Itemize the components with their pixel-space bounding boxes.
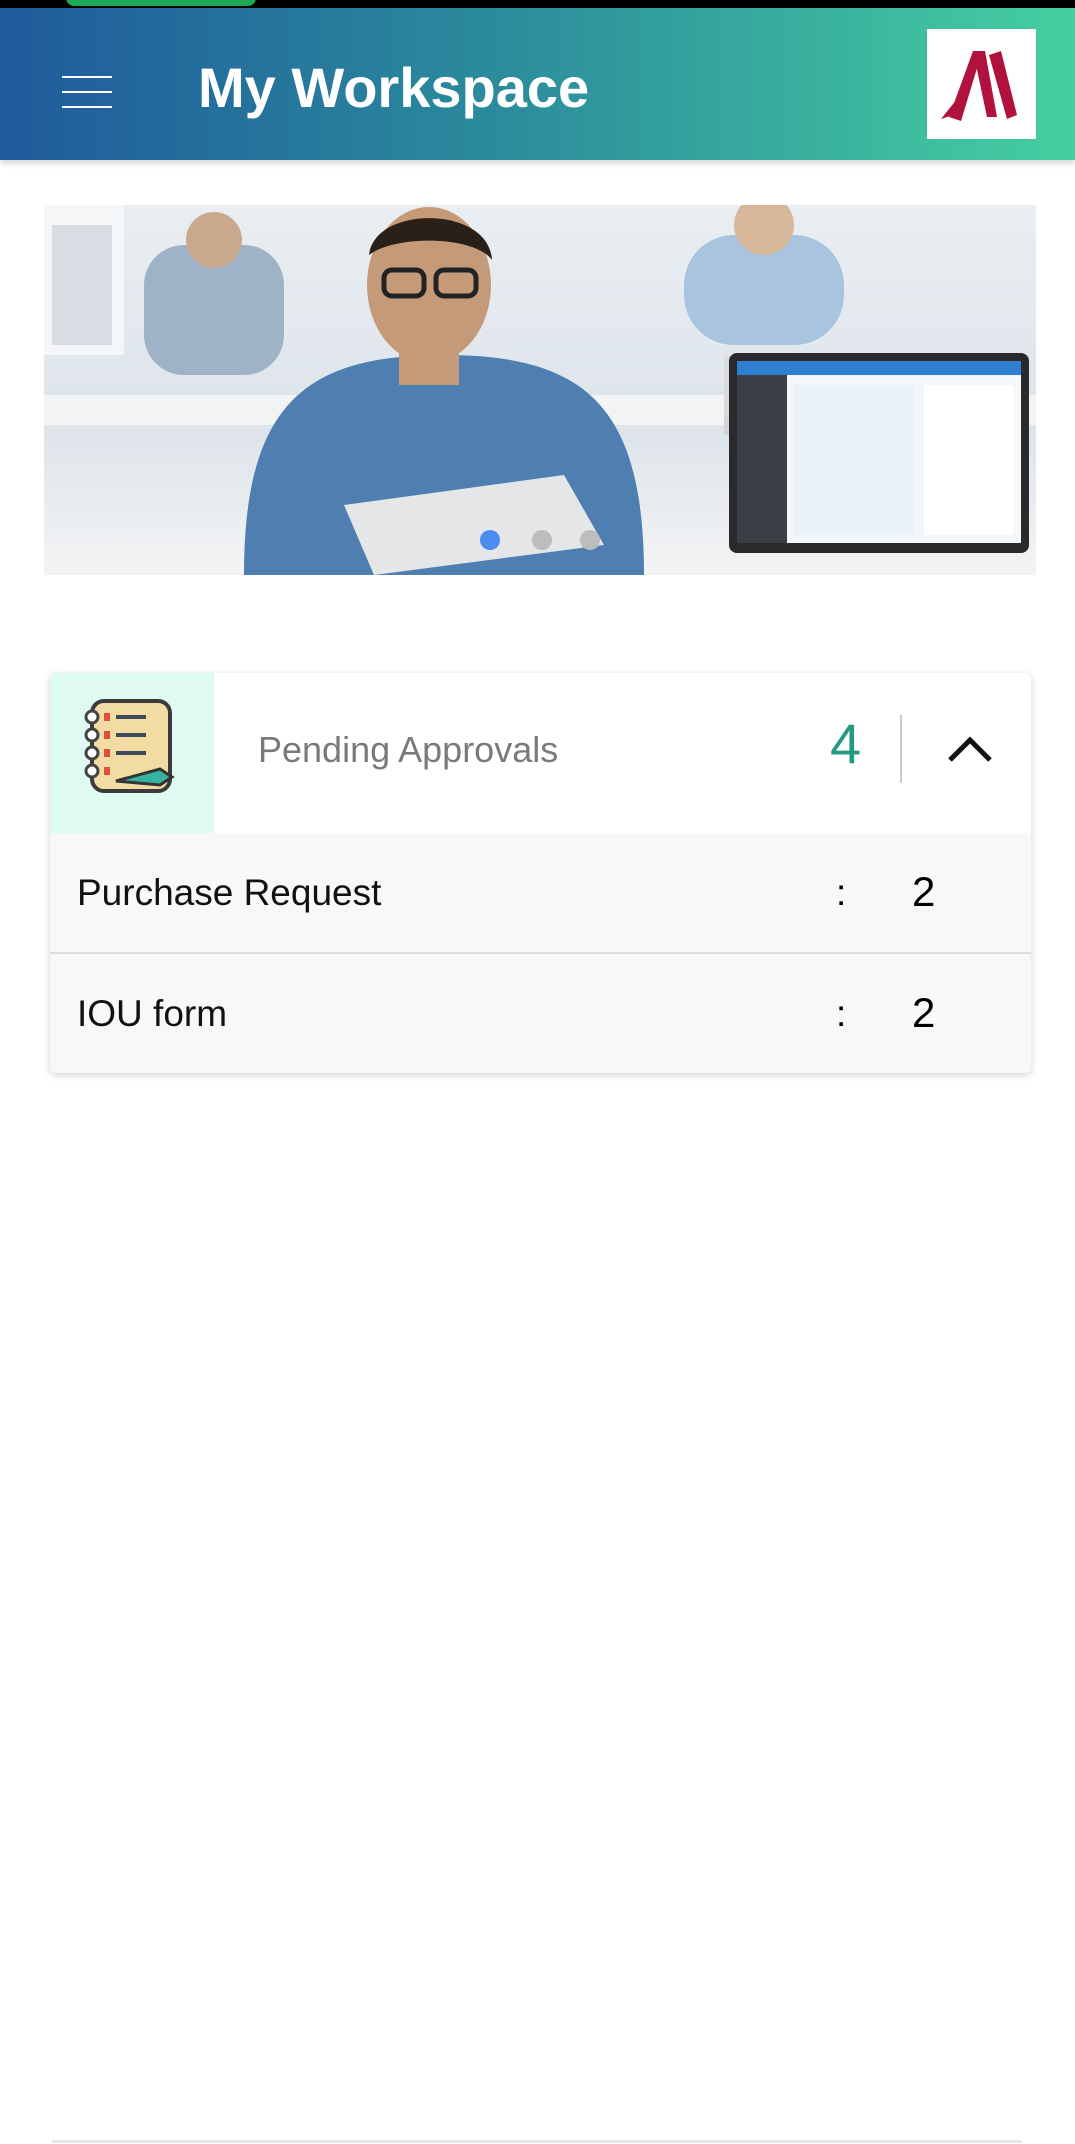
company-logo bbox=[927, 29, 1036, 139]
item-label: Purchase Request bbox=[77, 872, 382, 913]
item-count: 2 bbox=[912, 868, 936, 915]
page-title: My Workspace bbox=[198, 56, 590, 119]
item-separator: : bbox=[836, 993, 847, 1034]
status-bar bbox=[0, 0, 1075, 8]
bottom-divider bbox=[52, 2140, 1022, 2143]
chevron-up-icon[interactable] bbox=[940, 718, 1000, 778]
hamburger-menu-icon[interactable] bbox=[62, 76, 112, 108]
carousel-dot-1[interactable] bbox=[480, 530, 500, 550]
pending-count: 4 bbox=[830, 712, 862, 775]
list-item[interactable]: Purchase Request : 2 bbox=[50, 833, 1031, 954]
list-item[interactable]: IOU form : 2 bbox=[50, 954, 1031, 1073]
item-count: 2 bbox=[912, 989, 936, 1036]
divider bbox=[900, 715, 902, 783]
pending-approvals-card: Pending Approvals 4 Purchase Request : 2… bbox=[50, 673, 1031, 1073]
carousel-dot-3[interactable] bbox=[580, 530, 600, 550]
notebook-checklist-icon bbox=[50, 673, 214, 833]
carousel-banner[interactable] bbox=[44, 205, 1036, 575]
item-label: IOU form bbox=[77, 993, 228, 1034]
carousel-dot-2[interactable] bbox=[532, 530, 552, 550]
card-title: Pending Approvals bbox=[258, 729, 559, 770]
app-header: My Workspace bbox=[0, 8, 1075, 160]
status-pill bbox=[66, 0, 256, 6]
item-separator: : bbox=[836, 872, 847, 913]
